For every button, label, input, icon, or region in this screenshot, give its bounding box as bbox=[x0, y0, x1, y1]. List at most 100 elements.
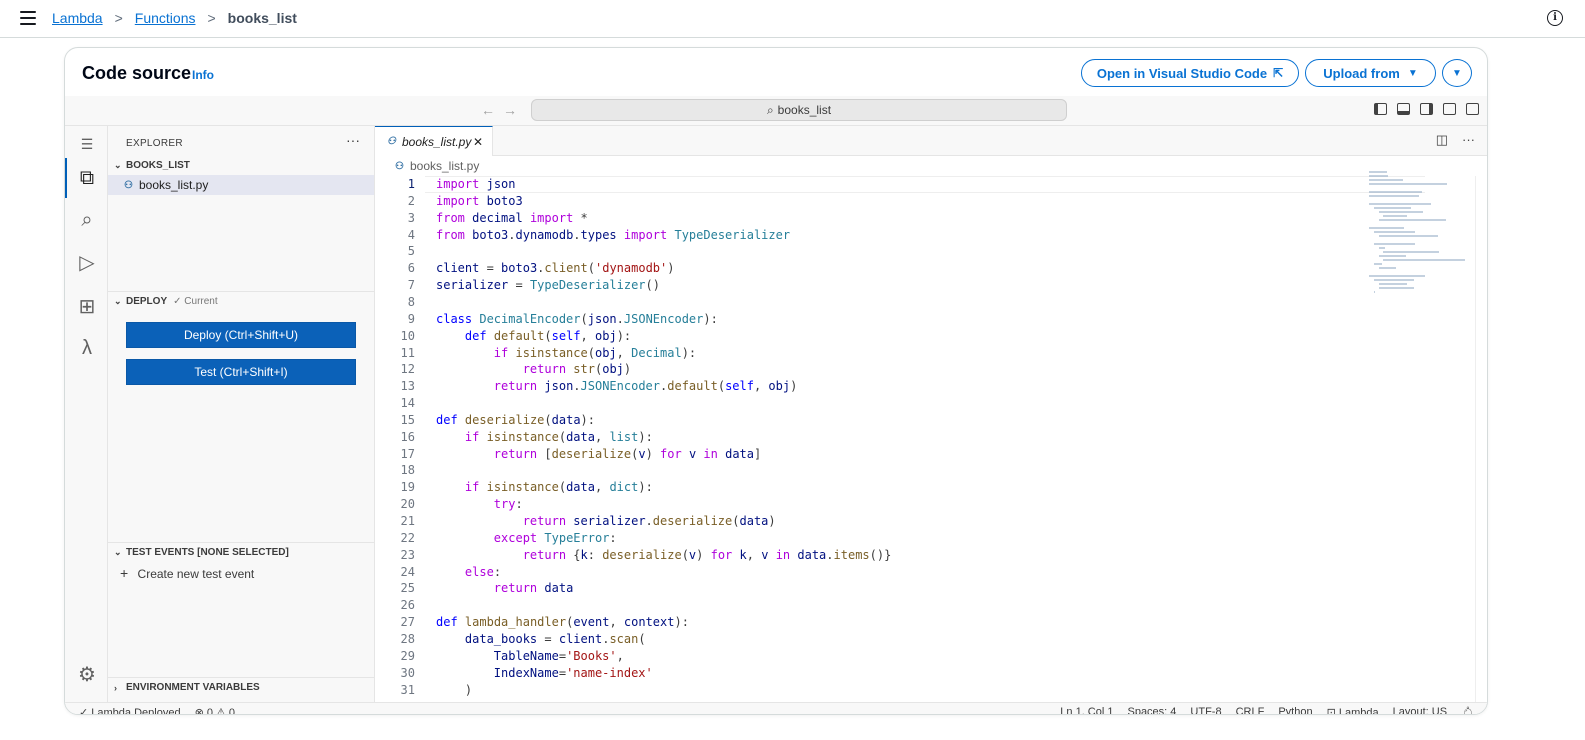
close-icon[interactable]: ✕ bbox=[473, 135, 483, 149]
more-icon[interactable]: ··· bbox=[346, 132, 360, 148]
code-line: else: bbox=[464, 564, 502, 579]
create-test-event-label: Create new test event bbox=[137, 567, 255, 581]
extensions-icon[interactable]: ⊞ bbox=[75, 294, 99, 318]
terminal-icon: ⊡ bbox=[1326, 707, 1339, 715]
line-number: 31 bbox=[400, 682, 415, 697]
minimap-line bbox=[1383, 215, 1408, 217]
line-endings[interactable]: CRLF bbox=[1236, 706, 1265, 714]
line-number: 2 bbox=[407, 193, 415, 208]
current-line-highlight bbox=[425, 176, 1425, 193]
encoding[interactable]: UTF-8 bbox=[1190, 706, 1221, 714]
minimap-line bbox=[1378, 211, 1424, 213]
deploy-section[interactable]: ⌄ DEPLOY ✓ Current bbox=[108, 291, 374, 311]
toggle-panel-icon[interactable] bbox=[1397, 103, 1410, 115]
code-line: def lambda_handler(event, context): bbox=[436, 615, 689, 630]
deploy-section-label: DEPLOY bbox=[126, 296, 168, 307]
upload-from-button[interactable]: Upload from ▼ bbox=[1305, 59, 1436, 87]
open-vscode-button[interactable]: Open in Visual Studio Code ⇱ bbox=[1081, 59, 1299, 87]
lambda-icon[interactable]: λ bbox=[75, 336, 99, 360]
line-number: 8 bbox=[407, 294, 415, 309]
caret-down-icon: ▼ bbox=[1452, 67, 1462, 79]
minimap[interactable] bbox=[1369, 171, 1479, 293]
deploy-status-item[interactable]: ✓ Lambda Deployed bbox=[79, 706, 181, 714]
panel-header: Code source Info Open in Visual Studio C… bbox=[65, 48, 1487, 96]
test-button-label: Test (Ctrl+Shift+I) bbox=[194, 365, 288, 379]
search-icon[interactable]: ⌕ bbox=[75, 208, 99, 232]
code-line: return [deserialize(v) for v in data] bbox=[493, 446, 762, 461]
minimap-line bbox=[1378, 267, 1397, 269]
command-center-label: books_list bbox=[777, 103, 832, 117]
tab-books-list[interactable]: ⚇ books_list.py ✕ bbox=[375, 126, 493, 156]
deploy-status: ✓ Current bbox=[173, 296, 218, 307]
test-events-section[interactable]: ⌄ TEST EVENTS [NONE SELECTED] bbox=[108, 542, 374, 562]
file-breadcrumb-label: books_list.py bbox=[409, 159, 480, 173]
nav-arrows[interactable]: ←→ bbox=[481, 102, 525, 118]
code-line: ) bbox=[436, 682, 473, 697]
env-vars-section[interactable]: › ENVIRONMENT VARIABLES bbox=[108, 677, 374, 697]
line-number: 17 bbox=[400, 446, 415, 461]
minimap-line bbox=[1383, 251, 1440, 253]
file-breadcrumb[interactable]: ⚇ books_list.py bbox=[395, 159, 479, 173]
explorer-icon[interactable]: ⧉ bbox=[75, 166, 99, 190]
settings-gear-icon[interactable]: ⚙ bbox=[75, 662, 99, 686]
info-icon[interactable]: i bbox=[1547, 10, 1563, 26]
status-bar: ✓ Lambda Deployed ⊗ 0 ⚠ 0 Ln 1, Col 1 Sp… bbox=[65, 702, 1487, 715]
indentation[interactable]: Spaces: 4 bbox=[1127, 706, 1176, 714]
toggle-secondary-sidebar-icon[interactable] bbox=[1420, 103, 1433, 115]
info-link[interactable]: Info bbox=[192, 68, 214, 82]
more-actions-button[interactable]: ▼ bbox=[1442, 59, 1472, 87]
keyboard-layout[interactable]: Layout: US bbox=[1393, 706, 1447, 714]
minimap-line bbox=[1369, 203, 1432, 205]
code-line: def default(self, obj): bbox=[464, 328, 632, 343]
folder-section[interactable]: ⌄ BOOKS_LIST bbox=[108, 155, 374, 175]
line-number: 27 bbox=[400, 615, 415, 630]
code-line: class DecimalEncoder(json.JSONEncoder): bbox=[436, 311, 718, 326]
line-number: 11 bbox=[400, 345, 415, 360]
menu-icon[interactable]: ☰ bbox=[75, 132, 99, 156]
code-line: IndexName='name-index' bbox=[493, 665, 653, 680]
more-icon[interactable]: ··· bbox=[1462, 132, 1475, 148]
code-line: return {k: deserialize(v) for k, v in da… bbox=[522, 547, 892, 562]
fullscreen-icon[interactable] bbox=[1466, 103, 1479, 115]
panel-title: Code source bbox=[82, 63, 192, 83]
line-number: 5 bbox=[407, 244, 415, 259]
line-number: 19 bbox=[400, 480, 415, 495]
run-debug-icon[interactable]: ▷ bbox=[75, 250, 99, 274]
code-line: serializer = TypeDeserializer() bbox=[436, 278, 660, 293]
minimap-line bbox=[1373, 243, 1416, 245]
toggle-sidebar-icon[interactable] bbox=[1374, 103, 1387, 115]
scrollbar[interactable] bbox=[1475, 176, 1487, 702]
problems-item[interactable]: ⊗ 0 ⚠ 0 bbox=[195, 706, 235, 714]
code-line: return serializer.deserialize(data) bbox=[522, 514, 776, 528]
language-mode[interactable]: Python bbox=[1278, 706, 1312, 714]
file-item[interactable]: ⚇ books_list.py bbox=[108, 175, 374, 195]
code-line: if isinstance(obj, Decimal): bbox=[493, 345, 697, 360]
editor-area: ⚇ books_list.py ✕ ◫ ··· ⚇ books_list.py … bbox=[375, 126, 1487, 702]
cursor-position[interactable]: Ln 1, Col 1 bbox=[1060, 706, 1113, 714]
line-number: 15 bbox=[400, 412, 415, 427]
breadcrumb-current: books_list bbox=[227, 10, 297, 26]
split-editor-icon[interactable]: ◫ bbox=[1436, 132, 1448, 148]
line-number: 4 bbox=[407, 227, 415, 242]
line-number: 7 bbox=[407, 278, 415, 293]
line-number: 21 bbox=[400, 514, 415, 528]
breadcrumb-functions[interactable]: Functions bbox=[135, 10, 196, 26]
editor-actions: ◫ ··· bbox=[1436, 132, 1475, 148]
test-button[interactable]: Test (Ctrl+Shift+I) bbox=[126, 359, 356, 385]
breadcrumb-lambda[interactable]: Lambda bbox=[52, 10, 103, 26]
runtime-item[interactable]: ⊡ Lambda bbox=[1326, 706, 1379, 715]
menu-icon[interactable] bbox=[20, 11, 36, 25]
command-center-search[interactable]: ⌕ books_list bbox=[531, 99, 1067, 121]
explorer-sidebar: EXPLORER ··· ⌄ BOOKS_LIST ⚇ books_list.p… bbox=[108, 126, 375, 702]
customize-layout-icon[interactable] bbox=[1443, 103, 1456, 115]
line-number: 23 bbox=[400, 547, 415, 562]
bell-icon[interactable]: 🔔︎ bbox=[1461, 706, 1475, 714]
create-test-event-link[interactable]: + Create new test event bbox=[120, 565, 254, 581]
upload-from-label: Upload from bbox=[1323, 65, 1400, 81]
deploy-button[interactable]: Deploy (Ctrl+Shift+U) bbox=[126, 322, 356, 348]
python-file-icon: ⚇ bbox=[395, 160, 404, 172]
external-link-icon: ⇱ bbox=[1273, 66, 1284, 80]
plus-icon: + bbox=[120, 565, 129, 581]
line-number: 16 bbox=[400, 429, 415, 444]
line-number: 9 bbox=[407, 311, 415, 326]
